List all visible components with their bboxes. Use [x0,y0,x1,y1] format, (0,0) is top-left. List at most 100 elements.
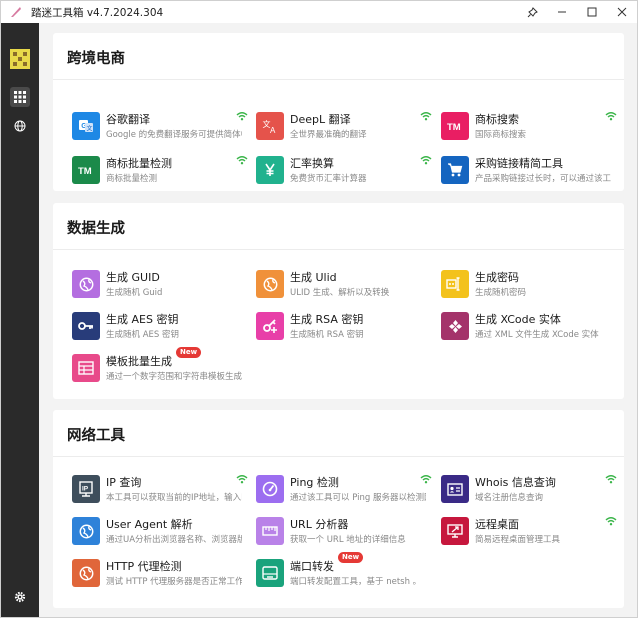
gear-icon [14,591,26,603]
tool-description: 域名注册信息查询 [475,493,544,503]
tool-description: 获取一个 URL 地址的详细信息 [290,535,406,545]
globe-icon [72,559,100,587]
tool-item[interactable]: 生成 Ulid ULID 生成、解析以及转换 [256,268,432,302]
tool-name: 商标搜索 [475,113,519,126]
tool-description: 国际商标搜索 [475,130,527,140]
tool-item[interactable]: 文 A DeepL 翻译 全世界最准确的翻译 [256,110,432,144]
tool-name: 生成 AES 密钥 [106,313,179,326]
sidebar-item-web[interactable] [10,116,30,136]
remote-desktop-icon [441,517,469,545]
tool-description: 简易远程桌面管理工具 [475,535,561,545]
tool-description: 全世界最准确的翻译 [290,130,367,140]
close-button[interactable] [607,1,637,23]
window-title: 踏迷工具箱 v4.7.2024.304 [31,6,164,19]
maximize-icon [587,7,597,17]
pin-button[interactable] [517,1,547,23]
tool-item[interactable]: 采购链接精简工具产品采购链接过长时，可以通过该工具进行精简 [441,154,617,188]
brand-logo-icon [10,49,30,69]
tool-description: 产品采购链接过长时，可以通过该工具进行精简 [475,174,611,184]
section-divider [53,249,624,250]
tool-name: 生成 Ulid [290,271,337,284]
wifi-icon [236,475,248,484]
section-card: 网络工具 IP IP 查询本工具可以获取当前的IP地址，输入IP后查询 Ping 检测… [53,410,624,608]
tool-name: DeepL 翻译 [290,113,351,126]
tool-name: IP 查询 [106,476,142,489]
wifi-icon [420,112,432,121]
template-icon [72,354,100,382]
tool-item[interactable]: G文谷歌翻译 Google 的免费翻译服务可提供简体中文和另外 [72,110,248,144]
tool-name: 汇率换算 [290,157,334,170]
tool-description: 生成随机密码 [475,288,527,298]
tool-description: 通过UA分析出浏览器名称、浏览器版本等信息 [106,535,242,545]
minimize-button[interactable] [547,1,577,23]
tool-item[interactable]: TM 商标批量检测 商标批量检测 [72,154,248,188]
globe-icon [72,517,100,545]
tool-item[interactable]: 生成 GUID 生成随机 Guid [72,268,248,302]
tool-name: URL 分析器 [290,518,349,531]
tool-name: HTTP 代理检测 [106,560,182,573]
app-window: 踏迷工具箱 v4.7.2024.304 跨境电商 G 文 谷歌翻译 Google… [0,0,638,618]
tool-name: 生成 RSA 密钥 [290,313,364,326]
close-icon [617,7,627,17]
tool-name: 模板批量生成 [106,355,172,368]
svg-text:TM: TM [78,166,92,176]
tool-description: 生成随机 AES 密钥 [106,330,179,340]
new-badge: New [338,552,364,563]
tool-item[interactable]: 生成 XCode 实体通过 XML 文件生成 XCode 实体 [441,310,617,344]
tool-description: 生成随机 Guid [106,288,163,298]
tool-item[interactable]: 生成 AES 密钥 生成随机 AES 密钥 [72,310,248,344]
wifi-icon [420,475,432,484]
new-badge: New [176,347,202,358]
id-card-icon [441,475,469,503]
tool-description: 生成随机 RSA 密钥 [290,330,364,340]
svg-text:A: A [270,126,276,134]
tool-description: 商标批量检测 [106,174,158,184]
tool-item[interactable]: URL 分析器获取一个 URL 地址的详细信息 [256,515,432,549]
tool-description: 本工具可以获取当前的IP地址，输入IP后查询 [106,493,242,503]
tool-item[interactable]: Whois 信息查询 域名注册信息查询 [441,473,617,507]
tool-description: 免费货币汇率计算器 [290,174,367,184]
tool-item[interactable]: HTTP 代理检测 测试 HTTP 代理服务器是否正常工作 [72,557,248,591]
ip-icon: IP [72,475,100,503]
port-icon [256,559,284,587]
tool-name: 生成 XCode 实体 [475,313,561,326]
tool-description: 通过 XML 文件生成 XCode 实体 [475,330,599,340]
svg-text:TM: TM [447,122,461,132]
app-logo-icon [11,7,21,17]
key-plus-icon [256,312,284,340]
tool-item[interactable]: 汇率换算免费货币汇率计算器 [256,154,432,188]
globe-icon [14,120,26,132]
tool-name: User Agent 解析 [106,518,193,531]
wifi-icon [605,475,617,484]
title-bar: 踏迷工具箱 v4.7.2024.304 [1,1,637,23]
tool-item[interactable]: TM 商标搜索国际商标搜索 [441,110,617,144]
section-title: 数据生成 [67,221,125,237]
tool-item[interactable]: 远程桌面简易远程桌面管理工具 [441,515,617,549]
tool-item[interactable]: Ping 检测通过该工具可以 Ping 服务器以检测网络状况 [256,473,432,507]
tool-description: 通过一个数字范围和字符串模板生成批量数据 [106,372,242,382]
tool-name: 远程桌面 [475,518,519,531]
sidebar [1,23,39,617]
tool-description: ULID 生成、解析以及转换 [290,288,390,298]
tool-item[interactable]: 模板批量生成通过一个数字范围和字符串模板生成批量数据 New [72,347,248,386]
tm-icon: TM [72,156,100,184]
ruler-icon [256,517,284,545]
tool-name: 端口转发 [290,560,334,573]
wifi-icon [605,112,617,121]
settings-button[interactable] [10,587,30,607]
section-divider [53,456,624,457]
wifi-icon [236,112,248,121]
tool-name: Ping 检测 [290,476,339,489]
maximize-button[interactable] [577,1,607,23]
main-content: 跨境电商G文谷歌翻译Google 的免费翻译服务可提供简体中文和另外文ADeep… [39,23,637,617]
sidebar-item-apps[interactable] [10,87,30,107]
tool-description: Google 的免费翻译服务可提供简体中文和另外 [106,130,242,140]
tool-item[interactable]: 端口转发 端口转发配置工具，基于 netsh 。 New [256,552,432,591]
wifi-icon [605,517,617,526]
tool-item[interactable]: User Agent 解析通过UA分析出浏览器名称、浏览器版本等信息 [72,515,248,549]
globe-icon [72,270,100,298]
tool-item[interactable]: IP IP 查询本工具可以获取当前的IP地址，输入IP后查询 [72,473,248,507]
tool-item[interactable]: 生成密码 生成随机密码 [441,268,617,302]
tool-item[interactable]: 生成 RSA 密钥 生成随机 RSA 密钥 [256,310,432,344]
wifi-icon [420,156,432,165]
